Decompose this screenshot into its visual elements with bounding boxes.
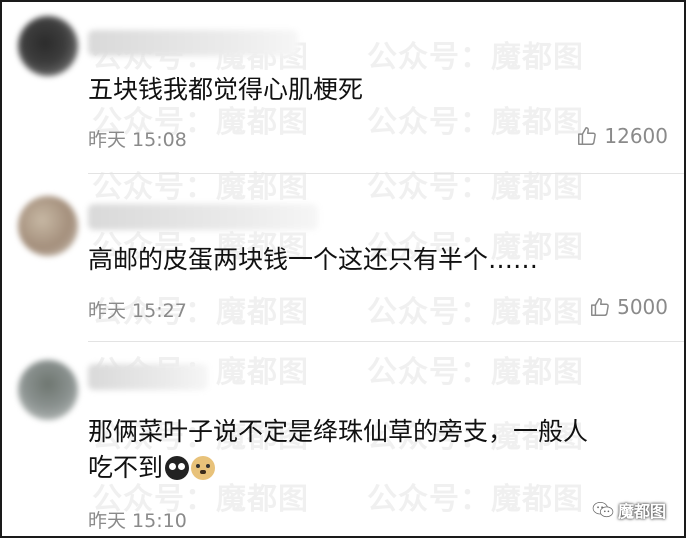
thumbs-up-icon [591,298,609,316]
comment-item: 那俩菜叶子说不定是绛珠仙草的旁支，一般人 吃不到 昨天 15:10 [2,342,684,536]
wechat-icon [592,501,614,518]
comment-item: 高邮的皮蛋两块钱一个这还只有半个…… 昨天 15:27 5000 [2,174,684,342]
nickname-blurred[interactable] [88,364,208,390]
comment-text: 那俩菜叶子说不定是绛珠仙草的旁支，一般人 吃不到 [88,414,654,486]
nickname-blurred[interactable] [88,30,298,56]
comment-time: 昨天 15:08 [88,129,187,151]
comment-text: 高邮的皮蛋两块钱一个这还只有半个…… [88,242,654,278]
avatar[interactable] [18,360,78,420]
watermark-badge: 魔都图 [592,498,666,522]
like-count: 5000 [617,295,668,319]
watermark-badge-text: 魔都图 [617,502,666,521]
comment-time: 昨天 15:10 [88,510,187,532]
avatar[interactable] [18,196,78,256]
nickname-blurred[interactable] [88,204,318,230]
like-count: 12600 [604,124,668,148]
comment-item: 五块钱我都觉得心肌梗死 昨天 15:08 12600 [2,2,684,174]
like-button[interactable]: 5000 [589,295,668,319]
avatar[interactable] [18,16,78,76]
comment-text-line: 高邮的皮蛋两块钱一个这还只有半个…… [88,245,539,274]
thumbs-up-icon [578,127,597,145]
like-button[interactable]: 12600 [576,124,668,148]
comment-text-line: 五块钱我都觉得心肌梗死 [88,75,364,104]
doge-icon [191,456,216,480]
comment-text-line: 那俩菜叶子说不定是绛珠仙草的旁支，一般人 [88,417,589,446]
comment-list: 公众号：魔都图 公众号：魔都图 公众号：魔都图 公众号：魔都图 公众号：魔都图 … [0,0,686,538]
comment-time: 昨天 15:27 [88,300,187,322]
comment-text: 五块钱我都觉得心肌梗死 [88,72,654,108]
crying-face-icon [165,456,190,480]
comment-text-line: 吃不到 [88,453,164,482]
